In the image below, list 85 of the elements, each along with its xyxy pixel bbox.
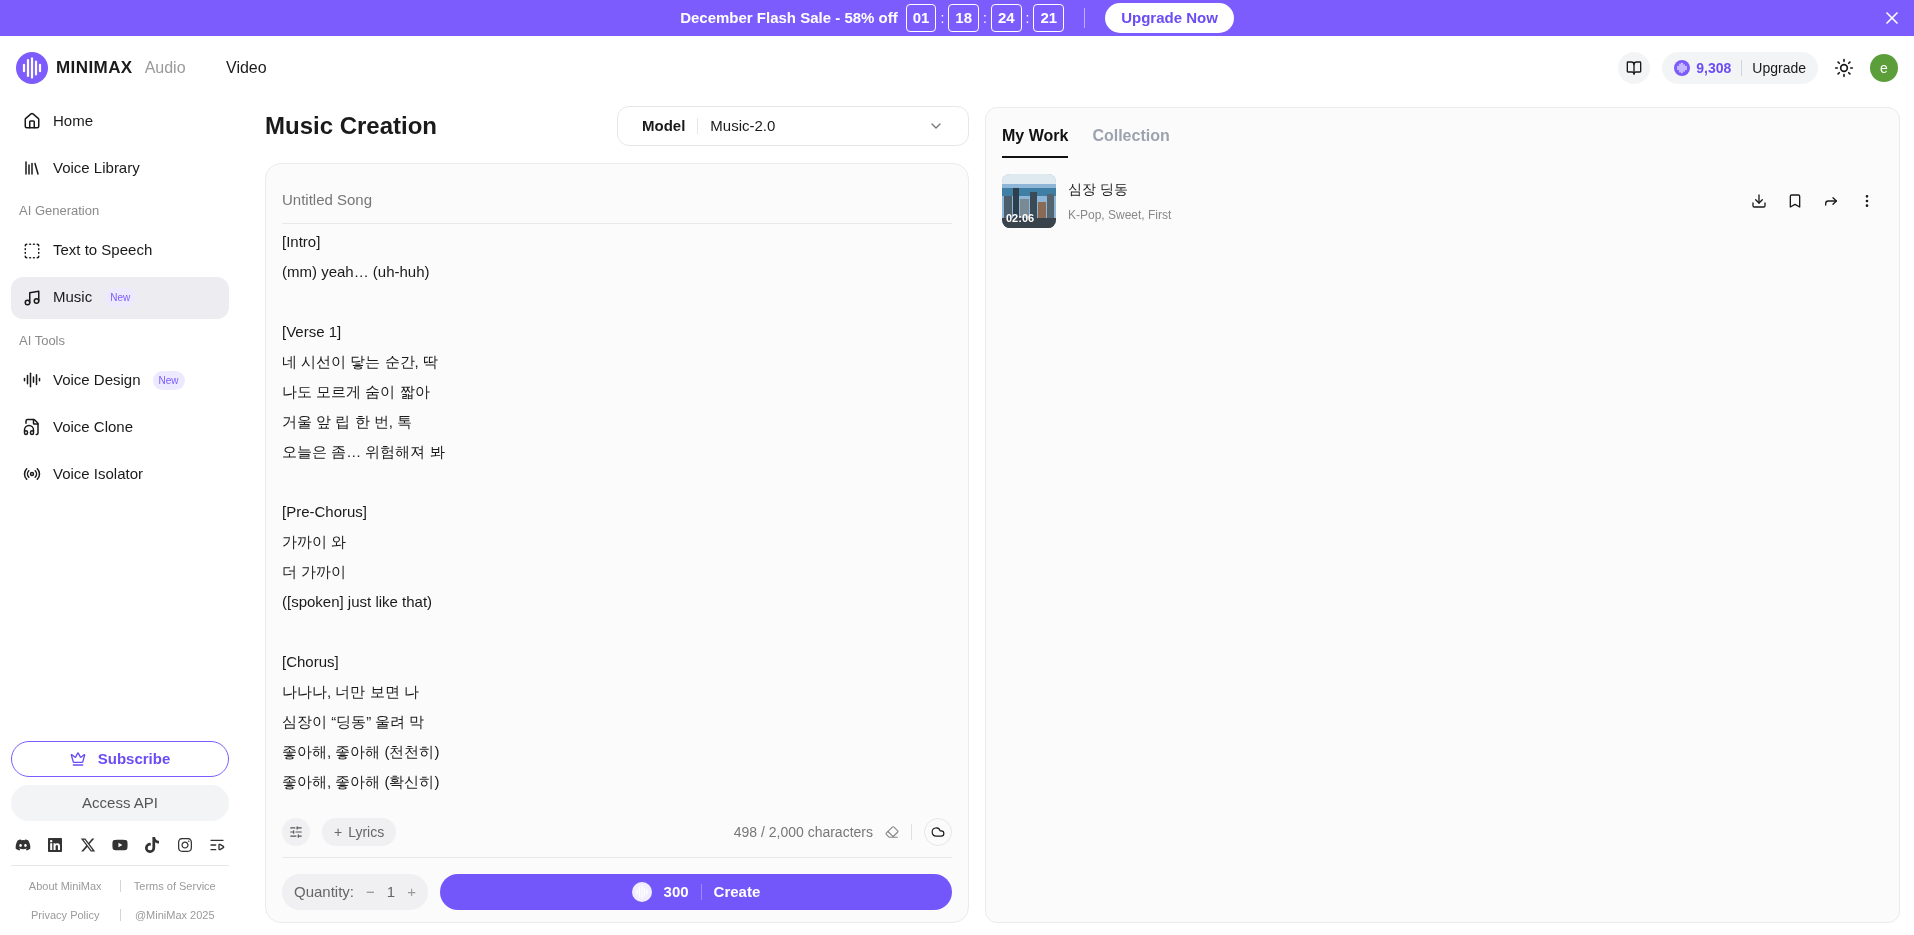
section-heading: AI Tools bbox=[18, 331, 66, 350]
new-badge: New bbox=[104, 288, 137, 307]
upgrade-button[interactable]: Upgrade bbox=[1752, 58, 1806, 78]
countdown-digit: 21 bbox=[1033, 3, 1065, 33]
x-logo-icon[interactable] bbox=[79, 837, 96, 853]
tiktok-icon[interactable] bbox=[144, 837, 161, 853]
nav-link[interactable]: Video bbox=[226, 56, 267, 80]
download-icon[interactable] bbox=[1751, 193, 1767, 209]
book-icon bbox=[1626, 60, 1643, 76]
house-icon bbox=[23, 112, 41, 130]
lyric-line: ([spoken] just like that) bbox=[282, 592, 434, 612]
lyric-line: 좋아해, 좋아해 (확신히) bbox=[282, 772, 441, 792]
eraser-icon[interactable] bbox=[885, 824, 899, 839]
create-button[interactable]: 300 Create bbox=[439, 874, 952, 910]
lyric-line: (mm) yeah… (uh-huh) bbox=[282, 262, 431, 282]
panel-tab[interactable]: My Work bbox=[1002, 124, 1069, 158]
copyright-text: @MiniMax 2025 bbox=[133, 907, 216, 923]
lyric-line: 네 시선이 닿는 순간, 딱 bbox=[282, 352, 439, 372]
sliders-icon bbox=[289, 824, 303, 839]
lyric-line: 나도 모르게 숨이 짧아 bbox=[282, 382, 431, 402]
credits-count: 9,308 bbox=[1696, 59, 1732, 78]
dashed-square-icon bbox=[23, 241, 41, 260]
linkedin-icon[interactable] bbox=[47, 837, 64, 853]
song-title-field[interactable]: Untitled Song bbox=[282, 164, 952, 224]
bookmark-icon[interactable] bbox=[1787, 193, 1803, 209]
sidebar-label: Text to Speech bbox=[53, 240, 153, 261]
model-select[interactable]: Model Music-2.0 bbox=[617, 106, 969, 146]
brand-name: MINIMAX bbox=[56, 57, 133, 80]
lyric-line: 더 가까이 bbox=[282, 562, 348, 582]
docs-button[interactable] bbox=[1618, 52, 1651, 84]
lyric-line: 나나나, 너만 보면 나 bbox=[282, 682, 420, 702]
page-title: Music Creation bbox=[265, 111, 438, 141]
credits-icon bbox=[631, 882, 652, 902]
model-label: Model bbox=[642, 115, 686, 136]
lyric-line: 오늘은 좀… 위험해져 봐 bbox=[282, 442, 446, 462]
timer-separator: : bbox=[940, 9, 945, 28]
credits-icon bbox=[1674, 60, 1691, 76]
countdown-digit: 18 bbox=[948, 3, 979, 33]
sidebar-item[interactable]: Music New bbox=[11, 276, 229, 319]
crown-icon bbox=[69, 751, 86, 767]
upgrade-now-button[interactable]: Upgrade Now bbox=[1105, 2, 1234, 34]
sidebar-label: Voice Clone bbox=[53, 416, 134, 437]
quantity-value: 1 bbox=[386, 881, 396, 902]
access-api-button[interactable]: Access API bbox=[11, 785, 229, 821]
countdown-digit: 24 bbox=[990, 3, 1022, 33]
theme-icon[interactable] bbox=[1834, 58, 1854, 78]
cloud-icon bbox=[931, 824, 945, 839]
instagram-icon[interactable] bbox=[176, 837, 193, 853]
sidebar-label: Home bbox=[53, 110, 93, 131]
list-video-icon[interactable] bbox=[208, 837, 225, 853]
add-lyrics-button[interactable]: + Lyrics bbox=[322, 817, 397, 846]
file-audio-icon bbox=[23, 418, 41, 436]
sidebar-label: Music bbox=[53, 287, 93, 308]
song-cover[interactable]: 02:06 bbox=[1002, 174, 1056, 228]
duration-label: 02:06 bbox=[1006, 210, 1035, 226]
sidebar-label: Voice Library bbox=[53, 157, 140, 178]
new-badge: New bbox=[152, 370, 185, 390]
timer-separator: : bbox=[1025, 9, 1030, 28]
sidebar-label: Voice Isolator bbox=[53, 463, 144, 484]
logo-icon bbox=[16, 52, 48, 84]
discord-icon[interactable] bbox=[15, 837, 31, 853]
lyric-line: 좋아해, 좋아해 (천천히) bbox=[282, 742, 441, 762]
timer-separator: : bbox=[983, 9, 987, 28]
lyric-line: 거울 앞 립 한 번, 톡 bbox=[282, 412, 413, 432]
song-title: 심장 딩동 bbox=[1068, 179, 1129, 199]
model-value: Music-2.0 bbox=[710, 115, 776, 136]
lyric-line: [Chorus] bbox=[282, 652, 340, 672]
audio-lines-icon bbox=[23, 371, 41, 389]
broadcast-icon bbox=[23, 465, 41, 483]
song-tags: K-Pop, Sweet, First bbox=[1068, 205, 1172, 224]
section-heading: AI Generation bbox=[18, 202, 101, 220]
youtube-icon[interactable] bbox=[112, 837, 128, 853]
lyric-line: [Pre-Chorus] bbox=[282, 502, 369, 522]
countdown-digit: 01 bbox=[905, 3, 937, 33]
sale-text: December Flash Sale - 58% off bbox=[680, 7, 898, 28]
quantity-label: Quantity: bbox=[294, 881, 355, 902]
lyric-line: [Verse 1] bbox=[282, 322, 343, 342]
lyric-line: [Intro] bbox=[282, 232, 322, 252]
lyric-line: 가까이 와 bbox=[282, 532, 348, 552]
library-icon bbox=[23, 159, 41, 177]
lyric-line: 심장이 “딩동” 울려 막 bbox=[282, 712, 426, 732]
music-note-icon bbox=[23, 288, 41, 307]
sidebar-label: Voice Design bbox=[53, 369, 141, 390]
character-count: 498 / 2,000 characters bbox=[733, 822, 873, 842]
settings-button[interactable] bbox=[282, 817, 310, 846]
